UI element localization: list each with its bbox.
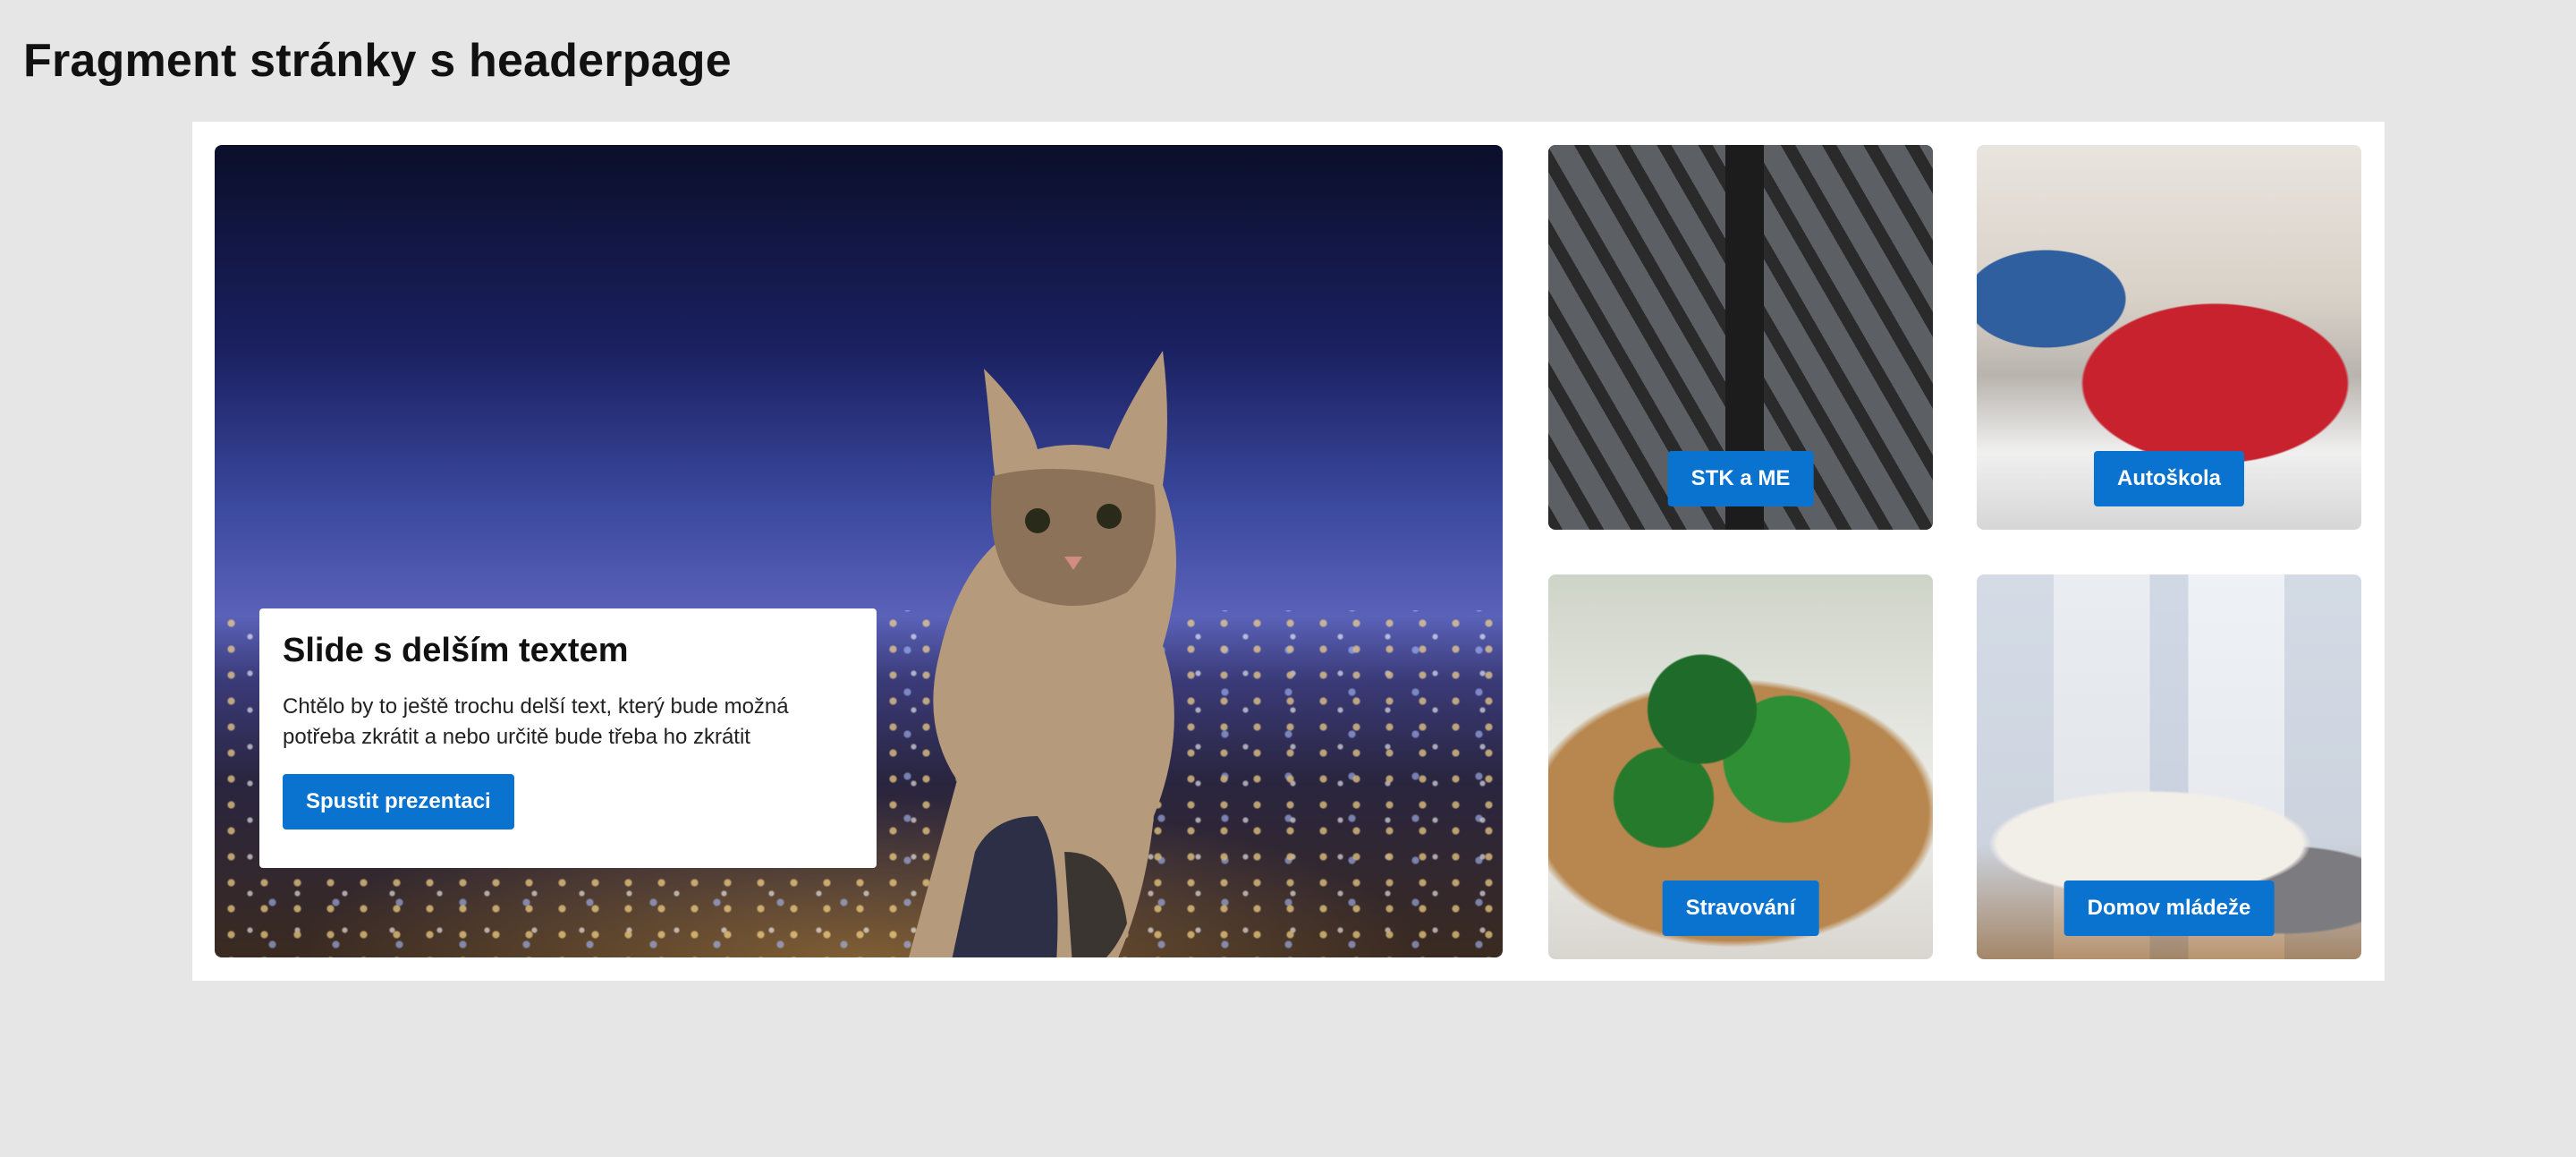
page-title: Fragment stránky s headerpage	[23, 35, 732, 87]
slide-title: Slide s delším textem	[283, 632, 629, 669]
start-presentation-button[interactable]: Spustit prezentaci	[283, 774, 514, 829]
tile-stravovani[interactable]: Stravování	[1548, 574, 1933, 959]
domov-mladeze-button[interactable]: Domov mládeže	[2063, 881, 2275, 936]
slide-text: Chtělo by to ještě trochu delší text, kt…	[283, 694, 789, 749]
autoskola-button[interactable]: Autoškola	[2093, 451, 2245, 506]
stravovani-button[interactable]: Stravování	[1662, 881, 1819, 936]
tile-domov-mladeze[interactable]: Domov mládeže	[1977, 574, 2361, 959]
hero-slide: Slide s delším textem Chtělo by to ještě…	[215, 145, 1503, 957]
tile-stk-a-me[interactable]: STK a ME	[1548, 145, 1933, 530]
header-panel: Slide s delším textem Chtělo by to ještě…	[192, 122, 2385, 981]
stk-a-me-button[interactable]: STK a ME	[1667, 451, 1814, 506]
tile-autoskola[interactable]: Autoškola	[1977, 145, 2361, 530]
slide-caption-card: Slide s delším textem Chtělo by to ještě…	[259, 608, 877, 868]
